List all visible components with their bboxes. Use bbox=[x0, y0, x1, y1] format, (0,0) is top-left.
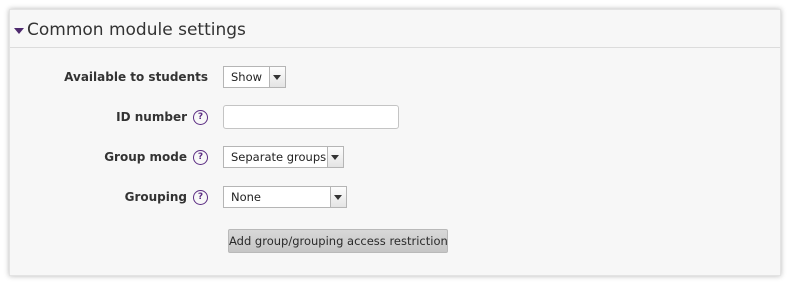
section-title[interactable]: Common module settings bbox=[27, 20, 246, 40]
groupmode-select[interactable]: Separate groups bbox=[223, 146, 344, 168]
grouping-label-row: Grouping ? bbox=[0, 189, 208, 205]
chevron-down-icon[interactable] bbox=[330, 187, 346, 207]
visibility-label: Available to students bbox=[64, 70, 208, 84]
grouping-select[interactable]: None bbox=[223, 186, 347, 208]
grouping-label: Grouping bbox=[124, 190, 187, 204]
groupmode-label: Group mode bbox=[104, 150, 187, 164]
groupmode-label-row: Group mode ? bbox=[0, 149, 208, 165]
idnumber-label: ID number bbox=[116, 110, 187, 124]
chevron-down-icon[interactable] bbox=[269, 67, 285, 87]
caret-down-icon[interactable] bbox=[14, 28, 24, 34]
section-header[interactable]: Common module settings bbox=[10, 10, 780, 48]
visibility-select[interactable]: Show bbox=[223, 66, 286, 88]
idnumber-label-row: ID number ? bbox=[0, 109, 208, 125]
groupmode-select-value: Separate groups bbox=[231, 150, 327, 164]
common-module-settings-fieldset: Common module settings Available to stud… bbox=[9, 9, 781, 276]
grouping-select-value: None bbox=[231, 190, 262, 204]
add-access-restriction-button[interactable]: Add group/grouping access restriction bbox=[228, 229, 448, 253]
grouping-help-icon[interactable]: ? bbox=[193, 189, 208, 205]
idnumber-help-icon[interactable]: ? bbox=[193, 109, 208, 125]
groupmode-help-icon[interactable]: ? bbox=[193, 149, 208, 165]
visibility-select-value: Show bbox=[231, 70, 263, 84]
visibility-label-row: Available to students bbox=[0, 69, 208, 85]
chevron-down-icon[interactable] bbox=[327, 147, 343, 167]
idnumber-input[interactable] bbox=[223, 105, 399, 129]
